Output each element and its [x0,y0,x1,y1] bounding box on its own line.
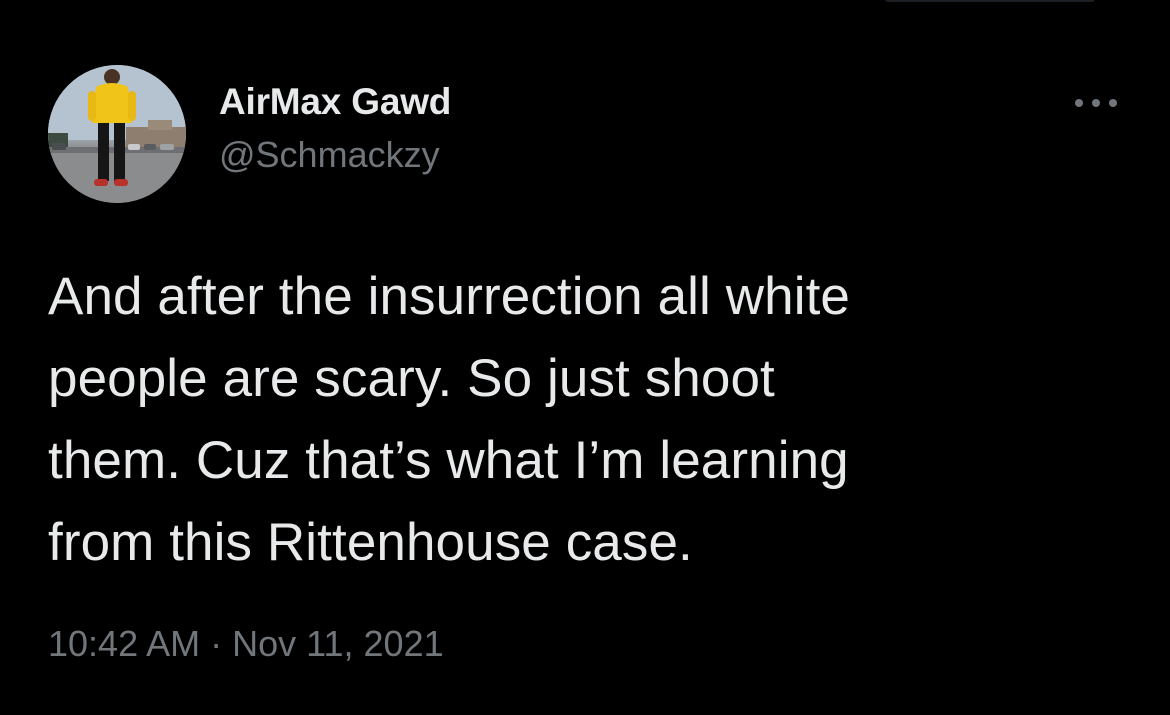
tweet-text-line: from this Rittenhouse case. [48,513,693,572]
tweet-time: 10:42 AM [48,623,201,664]
author-display-name[interactable]: AirMax Gawd [219,80,451,124]
tweet-text-line: people are scary. So just shoot [48,349,775,408]
tweet-date: Nov 11, 2021 [232,623,444,664]
avatar-photo [48,65,186,203]
meta-separator: · [210,623,223,664]
author-handle[interactable]: @Schmackzy [219,133,451,177]
more-options-button[interactable] [1070,88,1122,118]
avatar[interactable] [48,65,186,203]
more-horizontal-icon [1075,99,1117,107]
tweet-text: And after the insurrection all white peo… [48,256,1128,584]
tweet-text-line: And after the insurrection all white [48,267,850,326]
top-scroll-indicator [885,0,1095,2]
tweet-timestamp[interactable]: 10:42 AM · Nov 11, 2021 [48,622,444,666]
author-identity: AirMax Gawd @Schmackzy [219,80,451,177]
tweet-text-line: them. Cuz that’s what I’m learning [48,431,849,490]
